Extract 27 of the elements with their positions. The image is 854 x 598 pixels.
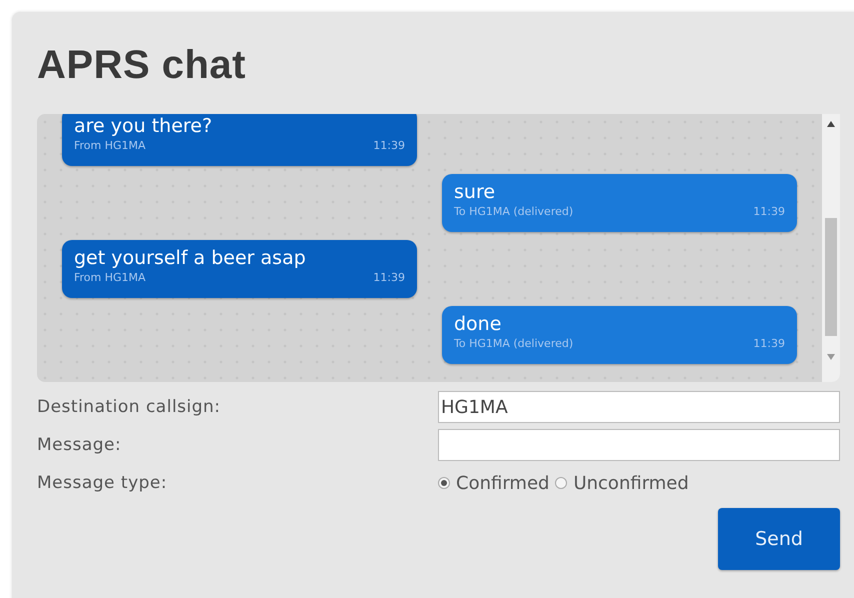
message-time: 11:39 [753,337,785,350]
send-button[interactable]: Send [718,508,840,570]
message-info: To HG1MA (delivered) [454,337,574,350]
message-time: 11:39 [753,205,785,218]
message-info: To HG1MA (delivered) [454,205,574,218]
radio-option[interactable]: Unconfirmed [555,472,689,494]
field-label: Message type: [37,473,168,493]
radio-button[interactable] [438,477,450,489]
scrollbar[interactable] [822,114,840,382]
message-text: get yourself a beer asap [74,246,307,270]
field-label: Message: [37,435,122,455]
message-time: 11:39 [373,271,405,284]
page-title: APRS chat [37,42,247,88]
message-time: 11:39 [373,139,405,152]
scroll-up-icon[interactable] [827,121,835,127]
message-info: From HG1MA [74,271,146,284]
message-text: are you there? [74,114,214,138]
radio-button[interactable] [555,477,568,489]
message-text: done [454,312,502,336]
callsign-field[interactable]: HG1MA [438,391,840,423]
message-info: From HG1MA [74,139,146,152]
scroll-thumb[interactable] [825,218,837,336]
field-label: Destination callsign: [37,397,222,417]
message-field[interactable] [438,429,840,461]
scroll-down-icon[interactable] [827,354,835,360]
message-text: sure [454,180,496,204]
radio-option[interactable]: Confirmed [438,472,550,494]
